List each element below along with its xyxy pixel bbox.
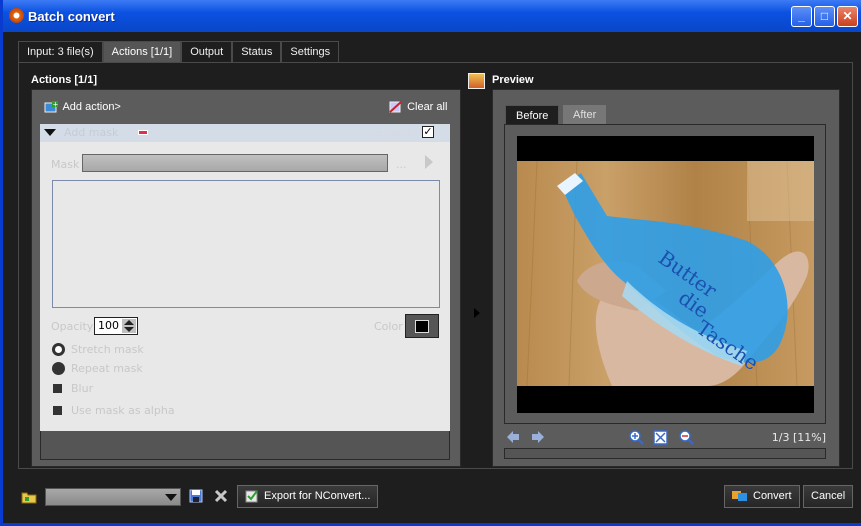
use-mask-as-alpha-label: Use mask as alpha [71,404,175,417]
preview-toolbar: 1/3 [11%] [504,430,826,446]
preset-combobox[interactable] [45,488,181,506]
tab-actions[interactable]: Actions [1/1] [102,41,182,62]
action-name: Add mask [64,126,119,139]
zoom-out-icon[interactable] [679,430,694,445]
tab-settings[interactable]: Settings [281,41,340,62]
mask-path-field[interactable] [82,154,388,172]
clear-all-icon [389,101,402,113]
tab-before[interactable]: Before [505,105,560,125]
mask-menu-arrow-icon[interactable] [425,155,433,169]
collapse-icon[interactable] [44,129,56,136]
tab-input[interactable]: Input: 3 file(s) [18,41,103,62]
opacity-spin-arrows[interactable] [122,319,136,333]
remove-action-icon[interactable] [138,130,148,135]
next-arrow-icon[interactable] [531,430,545,444]
tab-after[interactable]: After [563,105,607,125]
previous-arrow-icon[interactable] [506,430,520,444]
batch-convert-window: Batch convert _ □ ✕ Input: 3 file(s) Act… [0,0,861,526]
repeat-mask-radio[interactable] [52,362,65,375]
stretch-mask-label: Stretch mask [71,343,144,356]
minimize-button[interactable]: _ [791,6,812,27]
opacity-value: 100 [98,319,119,332]
color-label: Color [374,320,403,333]
splitter-arrow-icon[interactable] [474,308,480,318]
opacity-label: Opacity [51,320,94,333]
page-counter: 1/3 [11%] [771,431,826,444]
opacity-spinbox[interactable]: 100 [94,317,138,335]
tab-status[interactable]: Status [232,41,282,62]
actions-toolbar: + Add action> Clear all [32,90,462,124]
convert-label: Convert [753,490,792,502]
maximize-button[interactable]: □ [814,6,835,27]
action-card-add-mask: Add mask Enable ✓ Mask ... Opacity 100 C… [40,124,450,431]
blur-label: Blur [71,382,94,395]
preview-image: Butter die Tasche [517,161,814,386]
actions-tab-panel: Actions [1/1] + Add action> Clear all Ad… [18,62,853,469]
client-area: Input: 3 file(s) Actions [1/1] Output St… [6,32,861,523]
delete-preset-icon[interactable] [214,489,228,503]
mask-label: Mask [51,158,80,171]
close-button[interactable]: ✕ [837,6,858,27]
actions-footer [40,431,450,460]
preview-panel: Before After Butter die Tasche 1/3 [11%] [492,89,840,467]
add-action-icon: + [44,101,59,113]
export-label: Export for NConvert... [264,490,371,502]
tab-bar: Input: 3 file(s) Actions [1/1] Output St… [18,41,340,63]
add-action-button[interactable]: + Add action> [44,100,121,114]
color-swatch [415,320,429,333]
cancel-button[interactable]: Cancel [803,485,854,508]
app-icon [9,8,24,23]
mask-preview-area [52,180,440,308]
mask-browse-button[interactable]: ... [396,158,407,171]
add-action-label: Add action> [62,100,121,113]
title-bar[interactable]: Batch convert _ □ ✕ [3,0,861,32]
actions-panel: + Add action> Clear all Add mask Enable [31,89,461,467]
color-picker-button[interactable] [405,314,439,338]
save-preset-icon[interactable] [189,489,203,503]
enable-checkbox[interactable]: ✓ [422,126,434,138]
svg-text:+: + [53,101,59,109]
action-card-header[interactable]: Add mask Enable ✓ [40,124,450,142]
use-mask-as-alpha-checkbox[interactable] [53,406,62,415]
cancel-label: Cancel [811,490,846,502]
bottom-bar: Export for NConvert... Convert Cancel [6,475,861,523]
convert-button[interactable]: Convert [724,485,800,508]
clear-all-button[interactable]: Clear all [388,100,447,114]
tab-output[interactable]: Output [181,41,233,62]
export-nconvert-button[interactable]: Export for NConvert... [237,485,379,508]
export-icon [245,490,258,503]
repeat-mask-label: Repeat mask [71,362,143,375]
preview-progress-bar [504,448,826,459]
open-folder-icon[interactable] [21,490,37,504]
clear-all-label: Clear all [407,100,448,113]
preview-frame: Butter die Tasche [504,124,826,424]
actions-section-title: Actions [1/1] [31,74,98,86]
fit-to-window-icon[interactable] [653,430,668,445]
chevron-down-icon [165,494,177,501]
stretch-mask-radio[interactable] [52,343,65,356]
preview-icon[interactable] [468,73,485,89]
window-title: Batch convert [28,9,115,24]
zoom-in-icon[interactable] [629,430,644,445]
blur-checkbox[interactable] [53,384,62,393]
image-viewer[interactable]: Butter die Tasche [517,136,814,413]
enable-label: Enable [376,126,414,139]
convert-icon [732,491,747,502]
preview-section-title: Preview [492,74,534,86]
